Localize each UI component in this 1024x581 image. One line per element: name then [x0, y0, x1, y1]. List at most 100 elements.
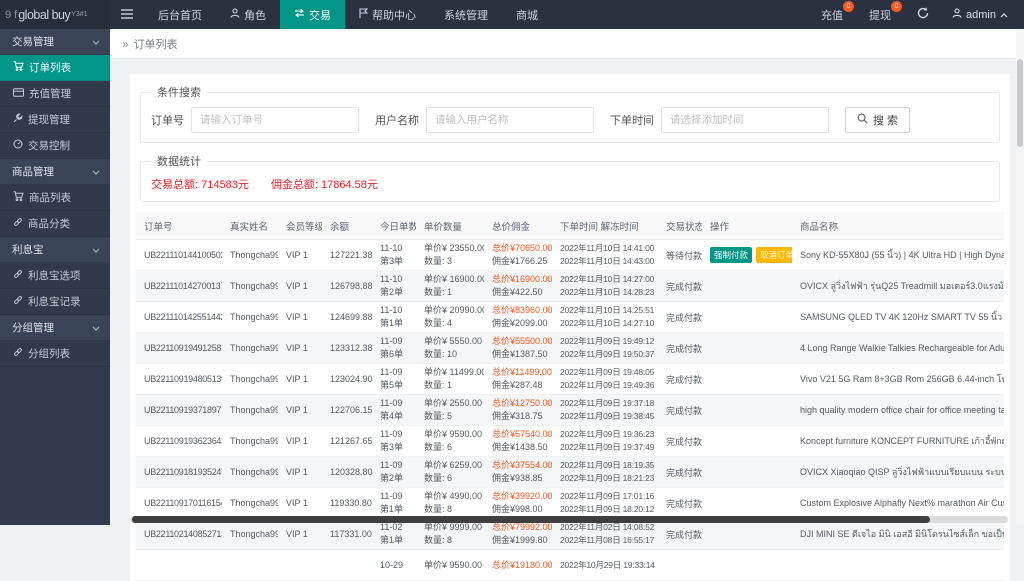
- hamburger-menu-button[interactable]: [110, 0, 144, 29]
- order-no-cell: UB2211091936236435: [136, 426, 222, 457]
- total-price: 总价¥57540.00: [492, 428, 544, 441]
- real-name-cell: Thongcha99: [222, 271, 278, 302]
- search-fieldset: 条件搜索 订单号 用户名称 下单时间: [140, 84, 1000, 143]
- product-name-cell: Custom Explosive Alphafly Next% marathon…: [792, 488, 1004, 519]
- order-day: 11-09: [380, 397, 408, 410]
- chevron-down-icon: [92, 36, 100, 48]
- col-real-name: 真实姓名: [222, 212, 278, 240]
- real-name-cell: Thongcha99: [222, 488, 278, 519]
- order-time: 2022年10月29日 19:33:14: [560, 559, 650, 572]
- nav-label: 系统管理: [444, 7, 488, 23]
- member-level-cell: VIP 1: [278, 395, 322, 426]
- actions-cell: [702, 333, 792, 364]
- chevron-down-icon: [92, 166, 100, 178]
- sidebar-item-product-category[interactable]: 商品分类: [0, 211, 110, 237]
- vertical-scrollbar-thumb[interactable]: [1017, 59, 1023, 147]
- brand-logo[interactable]: 9 f global buy Y3#1: [0, 0, 110, 29]
- col-product-name: 商品名称: [792, 212, 1004, 240]
- total-price: 总价¥19180.00: [492, 559, 544, 572]
- table-row: UB2211101427001376 Thongcha99 VIP 1 1267…: [136, 271, 1004, 302]
- sidebar-item-group-list[interactable]: 分组列表: [0, 341, 110, 367]
- actions-cell: [702, 302, 792, 333]
- sidebar-item-order-list[interactable]: 订单列表: [0, 55, 110, 81]
- order-day: 10-29: [380, 559, 408, 572]
- nav-item-dashboard[interactable]: 后台首页: [144, 0, 216, 29]
- refresh-button[interactable]: [904, 0, 942, 29]
- product-name-cell: OVICX Xiaoqiao QISP ลู่วิ่งไฟฟ้าแบบเรียบ…: [792, 457, 1004, 488]
- order-time-input[interactable]: [661, 107, 829, 133]
- real-name-cell: Thongcha99: [222, 240, 278, 271]
- user-menu[interactable]: admin: [942, 0, 1018, 29]
- total-price: 总价¥83960.00: [492, 304, 544, 317]
- balance-cell: 120328.80: [322, 457, 372, 488]
- sidebar-item-withdraw-management[interactable]: 提现管理: [0, 107, 110, 133]
- commission-total: 佣金总额: 17864.58元: [271, 176, 378, 192]
- horizontal-scrollbar-thumb[interactable]: [132, 516, 930, 523]
- username-field-group: 用户名称: [375, 107, 594, 133]
- actions-cell: [702, 457, 792, 488]
- username-input[interactable]: [426, 107, 594, 133]
- commission-total-label: 佣金总额:: [271, 179, 318, 191]
- sidebar-item-product-list[interactable]: 商品列表: [0, 185, 110, 211]
- sidebar-group-product-management[interactable]: 商品管理: [0, 159, 110, 185]
- force-pay-button[interactable]: 强制付款: [710, 247, 752, 263]
- recharge-link[interactable]: 充值 0: [808, 0, 856, 29]
- search-button[interactable]: 搜 索: [845, 107, 910, 133]
- order-no-cell: UB2211091937189717: [136, 395, 222, 426]
- order-day: 11-09: [380, 335, 408, 348]
- group-label: 利息宝: [12, 242, 44, 257]
- order-day: 11-10: [380, 273, 408, 286]
- cart-icon: [13, 61, 24, 74]
- item-label: 分组列表: [28, 346, 70, 361]
- table-header-row: 订单号 真实姓名 会员等级 余额 今日单数 单价数量 总价佣金 下单时间 解冻时…: [136, 212, 1004, 240]
- order-no-input[interactable]: [191, 107, 359, 133]
- nav-item-mall[interactable]: 商城: [502, 0, 552, 29]
- total-commission-cell: 总价¥11499.00 佣金¥287.48: [484, 364, 552, 395]
- stats-fieldset: 数据统计 交易总额: 714583元 佣金总额: 17864.58元: [140, 153, 1000, 202]
- sidebar-item-interest-records[interactable]: 利息宝记录: [0, 289, 110, 315]
- order-seq: 第3单: [380, 255, 408, 268]
- nav-item-system-management[interactable]: 系统管理: [430, 0, 502, 29]
- times-cell: 2022年11月09日 19:48:05 2022年11月09日 19:49:3…: [552, 364, 658, 395]
- col-order-no: 订单号: [136, 212, 222, 240]
- nav-item-trade[interactable]: 交易: [280, 0, 345, 29]
- sidebar-item-trade-control[interactable]: 交易控制: [0, 133, 110, 159]
- nav-item-help-center[interactable]: 帮助中心: [345, 0, 430, 29]
- unit-price: 单价¥ 2550.00: [424, 397, 476, 410]
- breadcrumb: » 订单列表: [110, 29, 1024, 59]
- balance-cell: [322, 550, 372, 581]
- real-name-cell: Thongcha99: [222, 426, 278, 457]
- table-row: UB2211101425514425 Thongcha99 VIP 1 1246…: [136, 302, 1004, 333]
- item-label: 商品列表: [29, 190, 71, 205]
- member-level-cell: VIP 1: [278, 333, 322, 364]
- nav-label: 后台首页: [158, 7, 202, 23]
- balance-cell: 126798.88: [322, 271, 372, 302]
- actions-cell: [702, 271, 792, 302]
- nav-label: 商城: [516, 7, 538, 23]
- horizontal-scrollbar[interactable]: [130, 516, 1008, 523]
- vertical-scrollbar[interactable]: [1016, 29, 1024, 525]
- sidebar-group-group-management[interactable]: 分组管理: [0, 315, 110, 341]
- sidebar-group-interest-treasure[interactable]: 利息宝: [0, 237, 110, 263]
- trade-status-cell: [658, 550, 702, 581]
- product-name-cell: [792, 550, 1004, 581]
- quantity: 数量: 1: [424, 286, 476, 299]
- sidebar-group-trade-management[interactable]: 交易管理: [0, 29, 110, 55]
- order-seq: 第3单: [380, 441, 408, 454]
- commission: 佣金¥998.00: [492, 503, 544, 516]
- unit-price: 单价¥ 5550.00: [424, 335, 476, 348]
- sidebar-item-recharge-management[interactable]: 充值管理: [0, 81, 110, 107]
- chevron-down-icon: [92, 322, 100, 334]
- commission: 佣金¥1766.25: [492, 255, 544, 268]
- col-member-level: 会员等级: [278, 212, 322, 240]
- balance-cell: 122706.15: [322, 395, 372, 426]
- cancel-order-button[interactable]: 取消订单: [756, 247, 792, 263]
- order-day: 11-09: [380, 490, 408, 503]
- times-cell: 2022年11月10日 14:27:00 2022年11月10日 14:28:2…: [552, 271, 658, 302]
- withdraw-link[interactable]: 提现 0: [856, 0, 904, 29]
- quantity: 数量: 4: [424, 317, 476, 330]
- order-no-cell: UB2211101425514425: [136, 302, 222, 333]
- nav-item-roles[interactable]: 角色: [216, 0, 280, 29]
- sidebar-item-interest-options[interactable]: 利息宝选项: [0, 263, 110, 289]
- cart-icon: [13, 191, 24, 204]
